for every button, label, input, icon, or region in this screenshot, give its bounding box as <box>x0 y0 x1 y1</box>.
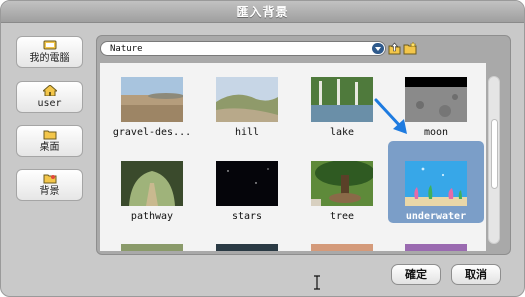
new-folder-icon[interactable] <box>403 42 417 55</box>
computer-icon <box>43 40 57 50</box>
folder-path-label: Nature <box>110 44 143 54</box>
cancel-button[interactable]: 取消 <box>451 264 501 285</box>
thumbnail-lake[interactable] <box>311 77 373 122</box>
thumbnail-partial[interactable] <box>216 244 278 251</box>
import-background-dialog: 匯入背景 我的電腦 user 桌面 背景 Nature gravel-des..… <box>0 0 525 297</box>
sidebar-item-user[interactable]: user <box>16 81 83 113</box>
thumbnail-hill[interactable] <box>216 77 278 122</box>
thumbnail-label: tree <box>329 211 355 222</box>
pointer-arrow-icon <box>374 98 407 134</box>
underwater-image <box>405 161 467 206</box>
folder-icon <box>43 130 57 140</box>
thumbnail-label: stars <box>231 211 263 222</box>
pathway-image <box>121 161 183 206</box>
thumbnail-partial[interactable] <box>311 244 373 251</box>
up-folder-icon[interactable] <box>388 42 401 55</box>
thumbnail-label: pathway <box>130 211 174 222</box>
thumbnail-label: underwater <box>405 211 467 222</box>
sidebar-item-label: 背景 <box>39 186 60 197</box>
stars-image <box>216 161 278 206</box>
sidebar-item-computer[interactable]: 我的電腦 <box>16 36 83 68</box>
sidebar-item-backgrounds[interactable]: 背景 <box>16 169 83 201</box>
text-cursor-icon <box>314 275 320 290</box>
thumbnail-underwater[interactable] <box>405 161 467 206</box>
thumbnail-partial[interactable] <box>121 244 183 251</box>
sidebar-item-desktop[interactable]: 桌面 <box>16 125 83 157</box>
moon-image <box>405 77 467 122</box>
scrollbar-thumb[interactable] <box>491 119 498 189</box>
folder-path-dropdown[interactable]: Nature <box>100 41 386 56</box>
home-icon <box>43 85 57 96</box>
ok-button[interactable]: 確定 <box>391 264 441 285</box>
hill-image <box>216 77 278 122</box>
thumbnail-pathway[interactable] <box>121 161 183 206</box>
chevron-down-icon[interactable] <box>372 43 384 54</box>
gravel-desert-image <box>121 77 184 122</box>
tree-image <box>311 160 375 206</box>
background-folder-icon <box>43 174 57 184</box>
dialog-title: 匯入背景 <box>236 5 289 19</box>
lake-image <box>311 77 373 122</box>
thumbnail-moon[interactable] <box>405 77 467 122</box>
thumbnail-label: hill <box>234 127 260 138</box>
sidebar-item-label: user <box>37 98 62 109</box>
thumbnail-gravel-desert[interactable] <box>121 77 184 122</box>
thumbnail-partial[interactable] <box>405 244 467 251</box>
thumbnail-tree[interactable] <box>311 160 375 206</box>
sidebar-item-label: 我的電腦 <box>29 53 70 64</box>
title-bar: 匯入背景 <box>1 1 524 23</box>
sidebar-item-label: 桌面 <box>39 142 60 153</box>
thumbnail-label: gravel-des... <box>112 127 192 138</box>
thumbnail-stars[interactable] <box>216 161 278 206</box>
